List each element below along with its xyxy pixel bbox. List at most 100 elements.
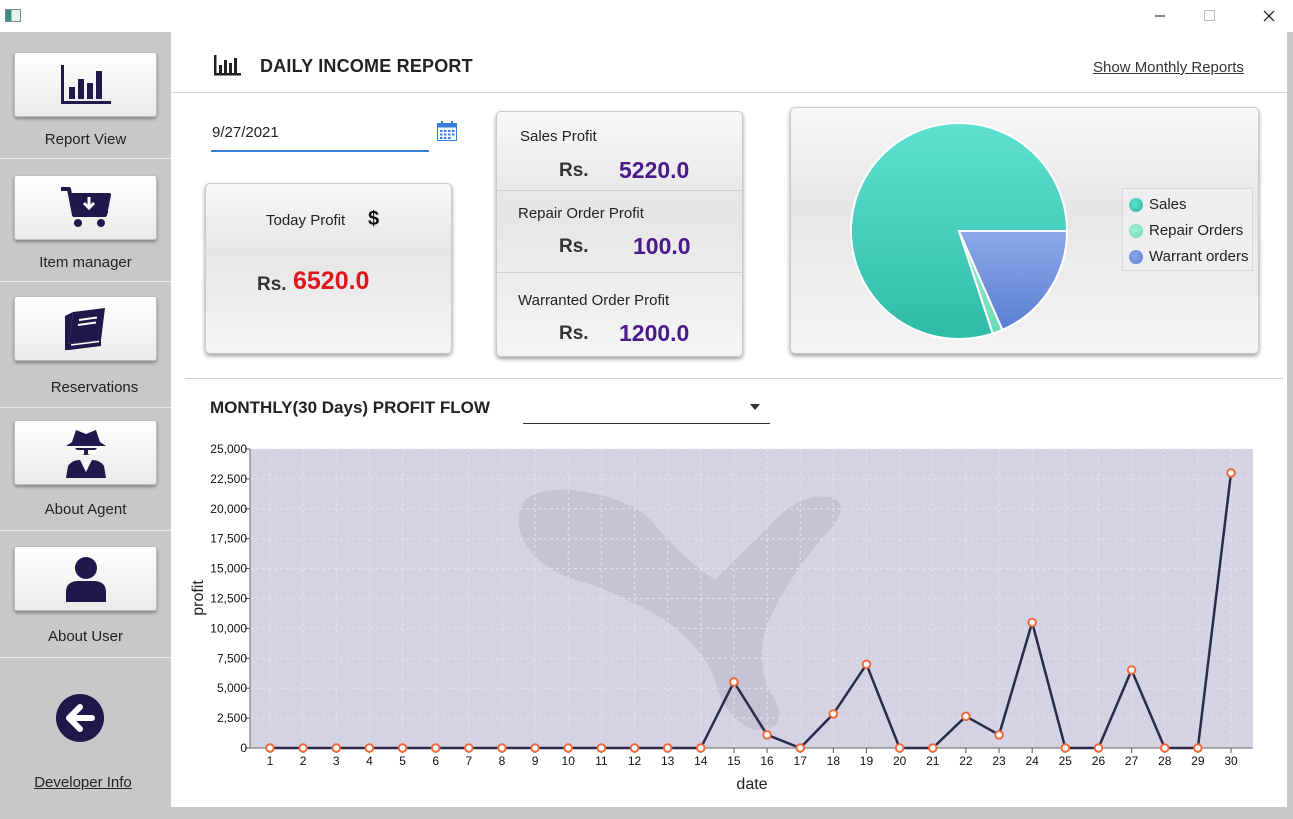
date-picker[interactable]: 9/27/2021 <box>211 114 429 152</box>
data-point <box>961 711 971 722</box>
x-tick-label: 21 <box>926 754 940 768</box>
x-tick-label: 5 <box>399 754 406 768</box>
x-tick-label: 15 <box>727 754 741 768</box>
date-value[interactable]: 9/27/2021 <box>212 124 279 141</box>
sidebar-label: About User <box>47 628 124 645</box>
x-axis-label: date <box>736 776 767 793</box>
sidebar-label: Item manager <box>39 254 132 271</box>
x-tick-label: 1 <box>267 754 274 768</box>
legend-label: Sales <box>1149 196 1187 213</box>
minimize-icon[interactable] <box>1137 0 1183 32</box>
bar-chart-icon <box>60 64 111 104</box>
y-tick-label: 12,500 <box>210 592 247 606</box>
x-tick-label: 14 <box>694 754 708 768</box>
legend-label: Repair Orders <box>1149 222 1244 239</box>
data-point <box>927 743 938 753</box>
sidebar-divider <box>0 407 171 408</box>
today-profit-value: 6520.0 <box>293 267 370 295</box>
data-point <box>1159 743 1170 753</box>
profit-line-chart: 0 2,500 5,000 7,500 10,000 12,500 15,000 17,500… <box>190 442 1253 793</box>
x-tick-label: 6 <box>432 754 439 768</box>
data-point <box>1060 743 1071 753</box>
x-tick-label: 2 <box>300 754 307 768</box>
data-point <box>729 677 739 687</box>
divider <box>171 92 1287 93</box>
sidebar: Report View Item manager Reservations Ab… <box>0 32 171 819</box>
report-view-button[interactable] <box>14 52 157 117</box>
divider <box>497 190 742 191</box>
x-tick-label: 13 <box>661 754 675 768</box>
x-tick-label: 7 <box>465 754 472 768</box>
x-tick-label: 11 <box>595 754 608 768</box>
legend-swatch <box>1129 249 1143 264</box>
sales-profit-value: 5220.0 <box>619 157 690 183</box>
y-tick-label: 22,500 <box>210 472 247 486</box>
window-edge <box>1287 32 1293 819</box>
back-button[interactable] <box>56 694 104 747</box>
x-tick-label: 12 <box>628 754 642 768</box>
show-monthly-reports-link[interactable]: Show Monthly Reports <box>1093 59 1244 76</box>
data-point <box>762 730 772 740</box>
data-point <box>795 743 806 753</box>
currency-prefix: Rs. <box>257 274 287 295</box>
data-point <box>1027 617 1037 628</box>
reservations-button[interactable] <box>14 296 157 361</box>
sidebar-label: About Agent <box>44 501 127 518</box>
dollar-icon: $ <box>368 208 380 230</box>
sidebar-divider <box>0 530 171 531</box>
x-tick-label: 30 <box>1224 754 1238 768</box>
profit-breakdown-card: Sales Profit Rs. 5220.0 Repair Order Pro… <box>496 111 743 357</box>
data-point <box>430 743 441 753</box>
developer-info-link[interactable]: Developer Info <box>0 774 166 791</box>
repair-order-profit-label: Repair Order Profit <box>518 205 644 222</box>
sidebar-label: Reservations <box>50 379 139 396</box>
data-point <box>662 743 673 753</box>
chevron-down-icon[interactable] <box>750 404 760 410</box>
y-tick-label: 17,500 <box>210 532 247 546</box>
app-icon <box>5 9 21 22</box>
shopping-cart-icon <box>60 186 111 227</box>
data-point <box>894 743 905 753</box>
data-point <box>1193 743 1203 753</box>
data-point <box>828 709 839 719</box>
y-axis-label: profit <box>190 580 207 616</box>
monthly-section-title: MONTHLY(30 Days) PROFIT FLOW <box>210 398 490 417</box>
divider <box>497 272 742 273</box>
close-icon[interactable] <box>1246 0 1292 32</box>
sidebar-divider <box>0 657 171 658</box>
currency-prefix: Rs. <box>559 160 589 181</box>
x-tick-label: 17 <box>794 754 808 768</box>
currency-prefix: Rs. <box>559 236 589 257</box>
legend-swatch <box>1129 223 1143 238</box>
item-manager-button[interactable] <box>14 175 157 240</box>
book-icon <box>64 307 105 350</box>
legend-item-sales: Sales <box>1129 196 1187 213</box>
monthly-select[interactable] <box>523 392 770 424</box>
x-tick-label: 28 <box>1158 754 1172 768</box>
y-tick-label: 2,500 <box>217 711 247 725</box>
warranted-order-profit-value: 1200.0 <box>619 320 690 346</box>
data-point <box>629 743 640 753</box>
x-tick-label: 9 <box>532 754 539 768</box>
page-title: DAILY INCOME REPORT <box>260 56 473 76</box>
y-tick-label: 10,000 <box>210 621 247 635</box>
divider <box>185 378 1283 379</box>
today-profit-card: Today Profit $ Rs. 6520.0 <box>205 183 452 354</box>
warranted-order-profit-label: Warranted Order Profit <box>518 292 670 309</box>
x-tick-label: 22 <box>959 754 973 768</box>
maximize-icon[interactable] <box>1187 0 1233 32</box>
y-tick-label: 25,000 <box>210 442 247 456</box>
data-point <box>298 743 308 753</box>
data-point <box>464 743 474 753</box>
x-tick-label: 29 <box>1191 754 1205 768</box>
data-point <box>1126 665 1137 675</box>
x-tick-label: 19 <box>860 754 874 768</box>
about-agent-button[interactable] <box>14 420 157 485</box>
about-user-button[interactable] <box>14 546 157 611</box>
today-profit-label: Today Profit <box>266 212 346 229</box>
calendar-icon[interactable] <box>437 121 457 141</box>
bar-chart-icon <box>214 55 241 76</box>
y-tick-label: 0 <box>240 741 247 755</box>
data-point <box>364 743 375 753</box>
data-point <box>331 743 342 753</box>
